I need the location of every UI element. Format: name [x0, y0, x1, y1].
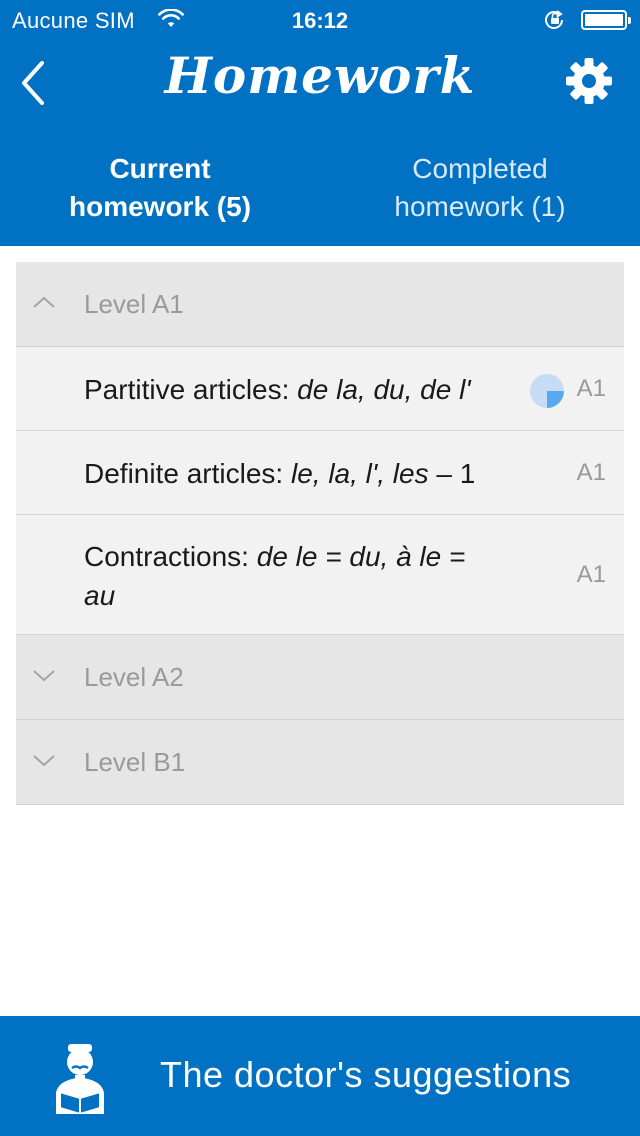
tab-label: homework (5) [68, 191, 252, 222]
tab-label: Completed [412, 153, 548, 184]
section-header-level-a2[interactable]: Level A2 [16, 635, 624, 720]
title-plain: Partitive articles: [84, 374, 298, 405]
doctor-reading-icon [56, 1044, 104, 1114]
homework-title: Partitive articles: de la, du, de l' [84, 370, 471, 409]
homework-item[interactable]: Contractions: de le = du, à le = au A1 [16, 515, 624, 635]
page-title: Homework [164, 46, 476, 105]
homework-item[interactable]: Partitive articles: de la, du, de l' A1 [16, 347, 624, 431]
homework-item[interactable]: Definite articles: le, la, l', les – 1 A… [16, 431, 624, 515]
title-italic: de la, du, de l' [297, 374, 471, 405]
battery-icon [581, 10, 631, 30]
chevron-down-icon [33, 670, 55, 682]
title-italic: au [84, 580, 116, 611]
status-bar: Aucune SIM 16:12 [0, 0, 640, 40]
title-italic: le, la, l', les [290, 458, 429, 489]
doctor-suggestions-button[interactable]: The doctor's suggestions [0, 1016, 640, 1136]
title-suffix: – 1 [428, 458, 476, 489]
tab-label: homework (1) [394, 191, 566, 222]
homework-title: Definite articles: le, la, l', les – 1 [84, 454, 475, 493]
tab-label: Current [109, 153, 211, 184]
rotation-lock-icon [545, 10, 564, 29]
level-tag: A1 [576, 561, 606, 588]
app-header: Aucune SIM 16:12 Homework Current homewo… [0, 0, 640, 246]
level-tag: A1 [576, 459, 606, 486]
section-header-level-a1[interactable]: Level A1 [16, 262, 624, 347]
section-label: Level B1 [84, 747, 186, 777]
title-italic: de le = du, à le = [256, 541, 466, 572]
footer-label: The doctor's suggestions [160, 1054, 572, 1095]
progress-fill [547, 391, 564, 408]
title-plain: Contractions: [84, 541, 257, 572]
tab-current-homework[interactable]: Current homework (5) [0, 150, 320, 226]
progress-pie-icon [530, 374, 564, 408]
gear-icon[interactable] [564, 56, 614, 106]
level-tag: A1 [576, 375, 606, 402]
section-header-level-b1[interactable]: Level B1 [16, 720, 624, 805]
section-label: Level A1 [84, 289, 184, 319]
title-plain: Definite articles: [84, 458, 291, 489]
chevron-up-icon [33, 296, 55, 308]
nav-bar: Homework [0, 40, 640, 130]
homework-title: Contractions: de le = du, à le = au [84, 537, 465, 615]
chevron-down-icon [33, 755, 55, 767]
section-label: Level A2 [84, 662, 184, 692]
homework-list: Level A1 Partitive articles: de la, du, … [16, 262, 624, 805]
tab-completed-homework[interactable]: Completed homework (1) [320, 150, 640, 226]
